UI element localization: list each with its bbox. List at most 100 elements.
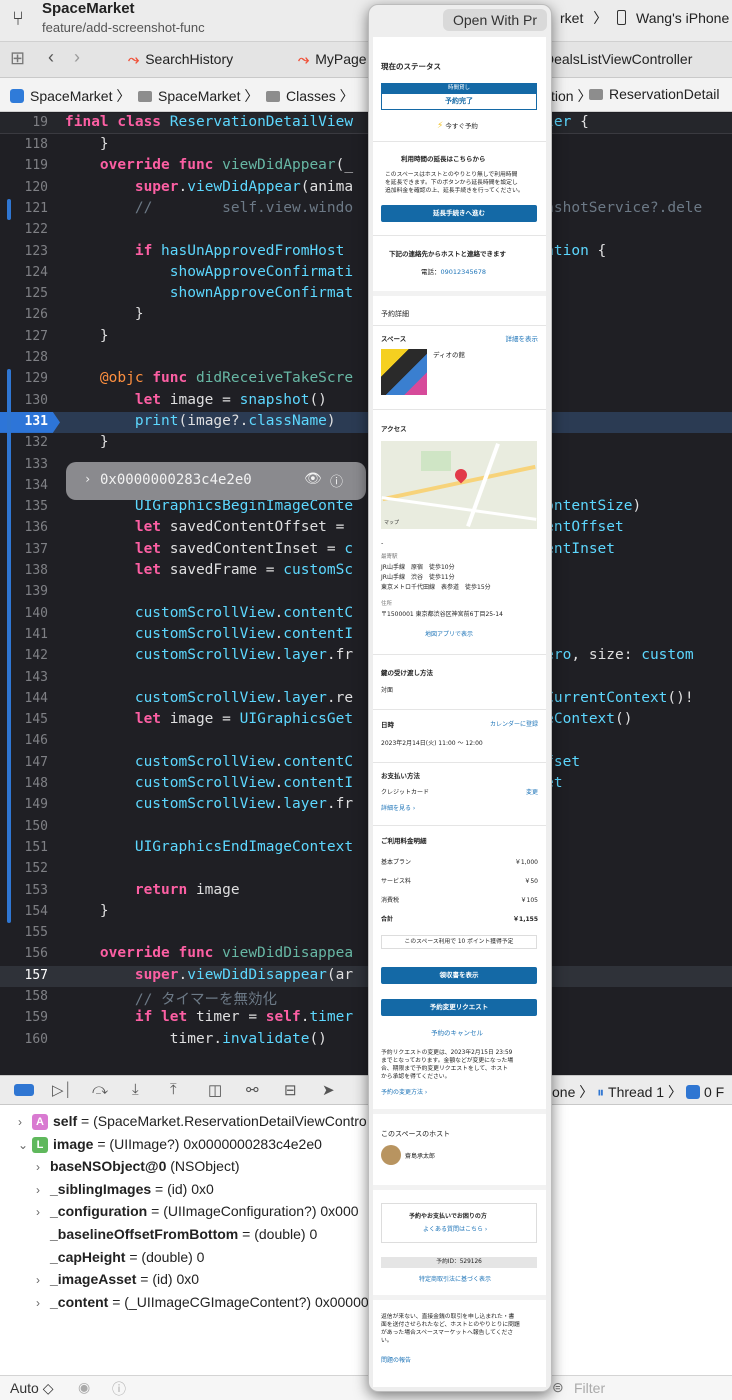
- sticky-scope-header[interactable]: 19final class ReservationDetailView ontr…: [0, 113, 732, 134]
- variable-row[interactable]: _capHeight = (double) 0: [36, 1249, 204, 1271]
- code-line[interactable]: 147 customScrollView.contentC tOffset: [0, 753, 732, 774]
- variable-row[interactable]: › _imageAsset = (id) 0x0: [36, 1271, 199, 1293]
- code-line[interactable]: 160 timer.invalidate(): [0, 1030, 732, 1051]
- code-line[interactable]: 121 // self.view.windo eenshotService?.d…: [0, 199, 732, 220]
- code-line[interactable]: 126 }: [0, 305, 732, 326]
- code-line[interactable]: 141 customScrollView.contentI: [0, 625, 732, 646]
- line-number[interactable]: 118: [0, 137, 48, 152]
- calendar-link[interactable]: カレンダーに登録: [490, 721, 538, 729]
- code-line[interactable]: 144 customScrollView.layer.re GetCurrent…: [0, 689, 732, 710]
- line-number[interactable]: 158: [0, 989, 48, 1004]
- code-line[interactable]: 137 let savedContentInset = c ontentInse…: [0, 540, 732, 561]
- line-number[interactable]: 123: [0, 244, 48, 259]
- variable-row[interactable]: › _configuration = (UIImageConfiguration?…: [36, 1203, 359, 1225]
- host-avatar[interactable]: [381, 1145, 401, 1165]
- filter-input[interactable]: Filter: [574, 1380, 605, 1396]
- code-line[interactable]: 129 @objc func didReceiveTakeScre ) {: [0, 369, 732, 390]
- code-line[interactable]: 128: [0, 348, 732, 369]
- variable-row[interactable]: › baseNSObject@0 (NSObject): [36, 1158, 240, 1180]
- law-link[interactable]: 特定商取引法に基づく表示: [419, 1276, 491, 1284]
- map-view[interactable]: マップ: [381, 441, 537, 529]
- chevron-right-icon[interactable]: ›: [36, 1273, 50, 1287]
- code-line[interactable]: 142 customScrollView.layer.fr .zero, siz…: [0, 646, 732, 667]
- line-number[interactable]: 125: [0, 286, 48, 301]
- code-line[interactable]: 154 }: [0, 902, 732, 923]
- chevron-down-icon[interactable]: ⌄: [18, 1138, 32, 1152]
- variable-row[interactable]: _baselineOffsetFromBottom = (double) 0: [36, 1226, 317, 1248]
- pay-detail-link[interactable]: 詳細を見る ›: [381, 805, 415, 813]
- line-number[interactable]: 156: [0, 946, 48, 961]
- chevron-right-icon[interactable]: ›: [36, 1296, 50, 1310]
- space-detail-link[interactable]: 詳細を表示: [506, 335, 539, 343]
- breakpoints-toggle-icon[interactable]: [14, 1084, 34, 1096]
- chevron-right-icon[interactable]: ›: [36, 1205, 50, 1219]
- code-line[interactable]: 157 super.viewDidDisappear(ar: [0, 966, 732, 987]
- run-destination[interactable]: rket 〉 Wang's iPhone: [560, 8, 729, 28]
- extend-button[interactable]: 延長手続きへ進む: [381, 205, 537, 222]
- map-app-link[interactable]: 地図アプリで表示: [425, 631, 473, 639]
- breadcrumb-group-spacemarket[interactable]: SpaceMarket 〉: [138, 86, 258, 106]
- line-number[interactable]: 159: [0, 1010, 48, 1025]
- memory-graph-icon[interactable]: ⚯: [246, 1081, 259, 1099]
- variables-mode-select[interactable]: Auto ◇: [10, 1380, 53, 1397]
- code-line[interactable]: 158 // タイマーを無効化: [0, 987, 732, 1008]
- open-with-preview-button[interactable]: Open With Pr: [443, 9, 547, 31]
- code-line[interactable]: 125 shownApproveConfirmat: [0, 284, 732, 305]
- forward-button[interactable]: ›: [74, 47, 80, 68]
- chevron-right-icon[interactable]: ›: [18, 1115, 32, 1129]
- code-line[interactable]: 159 if let timer = self.timer: [0, 1008, 732, 1029]
- code-line[interactable]: 145 let image = UIGraphicsGet geContext(…: [0, 710, 732, 731]
- code-editor[interactable]: 118 } 119 override func viewDidAppear(_ 12…: [0, 112, 732, 1075]
- code-line[interactable]: 122: [0, 220, 732, 241]
- code-line[interactable]: 130 let image = snapshot(): [0, 391, 732, 412]
- step-out-icon[interactable]: ⤒: [170, 1081, 177, 1098]
- phone-link[interactable]: 09012345678: [441, 268, 487, 276]
- line-number[interactable]: 157: [0, 968, 48, 983]
- line-number[interactable]: 160: [0, 1032, 48, 1047]
- variable-quicklook-popover[interactable]: › 0x0000000283c4e2e0 👁 ⓘ: [66, 462, 366, 500]
- info-icon[interactable]: ⓘ: [330, 471, 343, 490]
- cancel-link[interactable]: 予約のキャンセル: [431, 1029, 483, 1037]
- code-line[interactable]: 151 UIGraphicsEndImageContext: [0, 838, 732, 859]
- code-line[interactable]: 131 print(image?.className): [0, 412, 732, 433]
- faq-link[interactable]: よくある質問はこちら ›: [423, 1226, 487, 1234]
- code-line[interactable]: 139: [0, 582, 732, 603]
- eye-icon[interactable]: ◉: [78, 1379, 90, 1396]
- code-line[interactable]: 123 if hasUnApprovedFromHost firmation {: [0, 242, 732, 263]
- line-number[interactable]: 119: [0, 158, 48, 173]
- code-line[interactable]: 132 }: [0, 433, 732, 454]
- line-number[interactable]: 120: [0, 180, 48, 195]
- code-line[interactable]: 150: [0, 817, 732, 838]
- tab-deals-list[interactable]: DealsListViewController: [544, 51, 692, 67]
- breadcrumb-project[interactable]: SpaceMarket 〉: [10, 86, 130, 106]
- code-line[interactable]: 138 let savedFrame = customSc: [0, 561, 732, 582]
- breadcrumb-partial[interactable]: tion 〉: [551, 86, 591, 106]
- code-line[interactable]: 156 override func viewDidDisappea {: [0, 944, 732, 965]
- line-number[interactable]: 155: [0, 925, 48, 940]
- info-icon[interactable]: ⓘ: [112, 1379, 126, 1399]
- change-method-link[interactable]: 予約の変更方法 ›: [381, 1089, 427, 1097]
- code-line[interactable]: 136 let savedContentOffset = ontentOffse…: [0, 518, 732, 539]
- variable-row[interactable]: › _content = (_UIImageCGImageContent?) 0x…: [36, 1294, 369, 1316]
- line-number[interactable]: 122: [0, 222, 48, 237]
- code-line[interactable]: 127 }: [0, 327, 732, 348]
- code-line[interactable]: 152: [0, 859, 732, 880]
- back-button[interactable]: ‹: [48, 47, 54, 68]
- line-number[interactable]: 128: [0, 350, 48, 365]
- breadcrumb-group-classes[interactable]: Classes 〉: [266, 86, 354, 106]
- step-over-icon[interactable]: ⤼: [92, 1081, 108, 1098]
- code-line[interactable]: 155: [0, 923, 732, 944]
- pay-change-link[interactable]: 変更: [526, 789, 538, 797]
- continue-icon[interactable]: ▷⏐: [52, 1081, 72, 1099]
- line-number[interactable]: 126: [0, 307, 48, 322]
- thread-breadcrumb[interactable]: one 〉 ⏸ Thread 1 〉 0 F: [552, 1082, 724, 1102]
- space-thumbnail[interactable]: [381, 349, 427, 395]
- report-link[interactable]: 問題の報告: [381, 1357, 411, 1365]
- code-line[interactable]: 146: [0, 731, 732, 752]
- tab-my-page[interactable]: ⤳ MyPage: [298, 51, 367, 68]
- chevron-right-icon[interactable]: ›: [84, 472, 91, 486]
- chevron-right-icon[interactable]: ›: [36, 1183, 50, 1197]
- code-line[interactable]: 118 }: [0, 135, 732, 156]
- code-line[interactable]: 124 showApproveConfirmati: [0, 263, 732, 284]
- chevron-right-icon[interactable]: ›: [36, 1160, 50, 1174]
